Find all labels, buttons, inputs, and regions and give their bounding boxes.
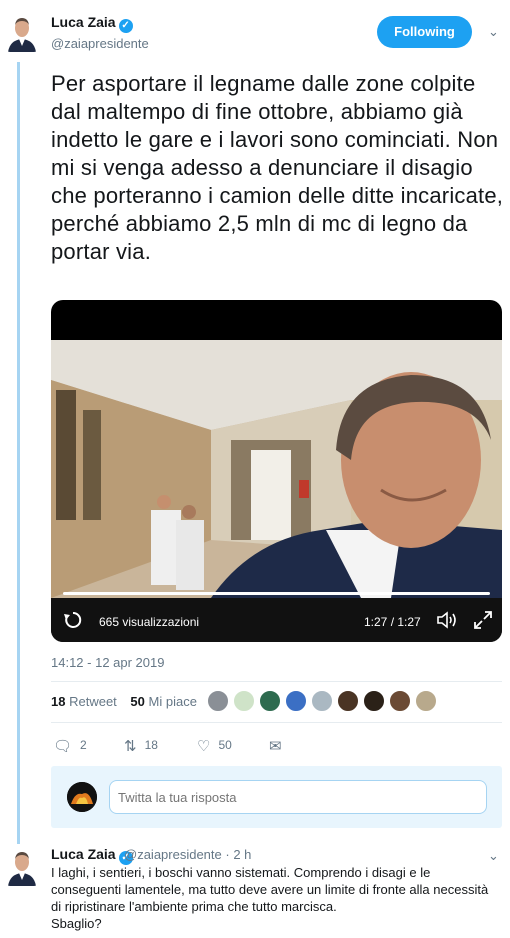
reply-action[interactable]: 🗨︎ 2 xyxy=(53,737,87,755)
liker-avatar[interactable] xyxy=(311,690,333,712)
reply-text-line: I laghi, i sentieri, i boschi vanno sist… xyxy=(51,865,489,914)
reply-author-name-text[interactable]: Luca Zaia xyxy=(51,846,116,862)
tweet-timestamp[interactable]: 14:12 - 12 apr 2019 xyxy=(51,655,164,670)
liker-avatar[interactable] xyxy=(415,690,437,712)
envelope-icon: ✉ xyxy=(269,738,282,755)
reply-author-avatar[interactable] xyxy=(6,846,38,886)
reply-time[interactable]: 2 h xyxy=(233,847,251,862)
like-stat-count: 50 xyxy=(130,694,145,709)
liker-avatar[interactable] xyxy=(259,690,281,712)
like-count: 50 xyxy=(218,738,232,752)
author-name[interactable]: Luca Zaia ✓ xyxy=(51,14,133,33)
current-user-avatar[interactable] xyxy=(67,782,97,812)
liker-avatar[interactable] xyxy=(285,690,307,712)
reply-input[interactable] xyxy=(109,780,487,814)
retweet-stat-count: 18 xyxy=(51,694,66,709)
liker-avatar[interactable] xyxy=(337,690,359,712)
volume-icon[interactable] xyxy=(436,610,458,630)
divider xyxy=(51,722,502,723)
author-name-text[interactable]: Luca Zaia xyxy=(51,14,116,30)
fullscreen-icon[interactable] xyxy=(473,610,493,630)
reply-author-handle[interactable]: @zaiapresidente xyxy=(124,847,222,862)
replay-icon[interactable] xyxy=(63,610,83,630)
thread-line xyxy=(17,62,20,844)
like-stat-label: Mi piace xyxy=(148,694,197,709)
author-handle[interactable]: @zaiapresidente xyxy=(51,36,149,51)
chevron-down-icon[interactable]: ⌄ xyxy=(488,848,499,864)
reply-meta: @zaiapresidente · 2 h xyxy=(124,847,252,862)
retweet-action[interactable]: ⇅ 18 xyxy=(124,737,158,755)
verified-badge-icon: ✓ xyxy=(118,19,133,33)
author-avatar[interactable] xyxy=(6,12,38,52)
reply-tweet-text: I laghi, i sentieri, i boschi vanno sist… xyxy=(51,864,496,932)
retweet-count: 18 xyxy=(144,738,158,752)
like-action[interactable]: ♡ 50 xyxy=(197,737,232,755)
liker-avatar[interactable] xyxy=(389,690,411,712)
like-stat[interactable]: 50 Mi piace xyxy=(130,694,197,709)
video-frame xyxy=(51,340,502,598)
video-player[interactable]: 665 visualizzazioni 1:27 / 1:27 xyxy=(51,300,502,642)
retweet-icon: ⇅ xyxy=(124,738,137,755)
reply-icon: 🗨︎ xyxy=(53,738,73,755)
video-progress-bar[interactable] xyxy=(63,592,490,595)
liker-avatar[interactable] xyxy=(207,690,229,712)
tweet-text: Per asportare il legname dalle zone colp… xyxy=(51,71,504,264)
heart-icon: ♡ xyxy=(197,738,211,755)
direct-message-action[interactable]: ✉ xyxy=(269,737,290,755)
reply-author-name[interactable]: Luca Zaia ✓ xyxy=(51,846,133,865)
reply-text-line: Sbaglio? xyxy=(51,916,102,931)
tweet-stats: 18 Retweet 50 Mi piace xyxy=(51,694,207,709)
reply-count: 2 xyxy=(80,738,87,752)
liker-avatar[interactable] xyxy=(363,690,385,712)
divider xyxy=(51,681,502,682)
following-button[interactable]: Following xyxy=(377,16,472,48)
retweet-stat-label: Retweet xyxy=(69,694,117,709)
retweet-stat[interactable]: 18 Retweet xyxy=(51,694,117,709)
liker-avatar[interactable] xyxy=(233,690,255,712)
video-time: 1:27 / 1:27 xyxy=(364,615,421,629)
chevron-down-icon[interactable]: ⌄ xyxy=(488,24,499,40)
video-view-count: 665 visualizzazioni xyxy=(99,615,200,629)
